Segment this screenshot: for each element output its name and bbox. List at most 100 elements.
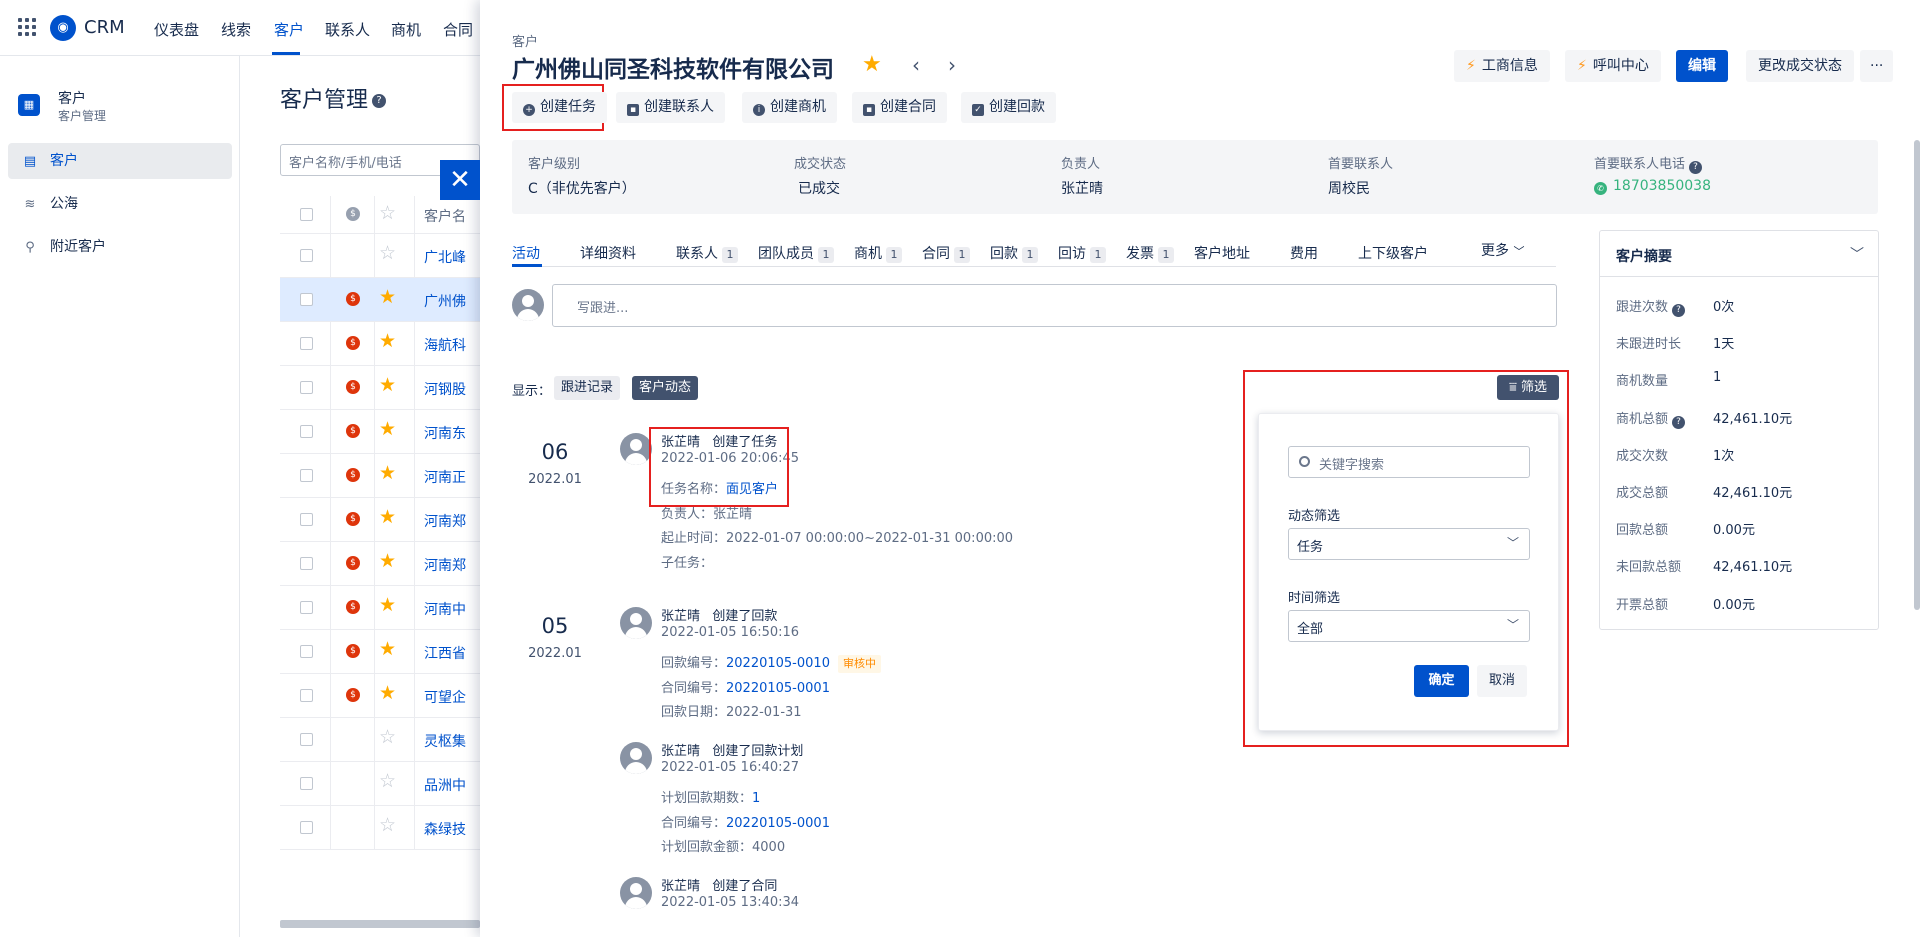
row-checkbox[interactable] — [300, 689, 313, 702]
tab-activity[interactable]: 活动 — [512, 243, 540, 263]
detail-link[interactable]: 1 — [752, 791, 760, 806]
tab-expenses[interactable]: 费用 — [1290, 243, 1318, 263]
star-icon[interactable]: ★ — [379, 420, 396, 439]
customer-name-link[interactable]: 河南中 — [424, 599, 466, 619]
star-icon[interactable]: ☆ — [379, 728, 396, 747]
table-row[interactable]: $ ★ 广州佛 — [280, 278, 480, 322]
table-row[interactable]: ☆ 品洲中 — [280, 762, 480, 806]
customer-name-link[interactable]: 广州佛 — [424, 291, 466, 311]
nav-leads[interactable]: 线索 — [221, 19, 251, 40]
table-row[interactable]: $ ★ 可望企 — [280, 674, 480, 718]
app-grid-icon[interactable] — [18, 18, 36, 36]
star-icon[interactable]: ☆ — [379, 772, 396, 791]
customer-name-link[interactable]: 品洲中 — [424, 775, 466, 795]
row-checkbox[interactable] — [300, 513, 313, 526]
previous-customer-icon[interactable]: ‹ — [912, 53, 920, 77]
cancel-button[interactable]: 取消 — [1477, 665, 1527, 697]
nav-contacts[interactable]: 联系人 — [325, 19, 370, 40]
next-customer-icon[interactable]: › — [948, 53, 956, 77]
tab-invoices[interactable]: 发票 1 — [1126, 243, 1174, 263]
star-icon[interactable]: ★ — [379, 640, 396, 659]
edit-button[interactable]: 编辑 — [1676, 50, 1728, 82]
table-row[interactable]: $ ★ 河南郑 — [280, 498, 480, 542]
create-opportunity-button[interactable]: i 创建商机 — [742, 92, 837, 123]
table-row[interactable]: ☆ 广北峰 — [280, 234, 480, 278]
row-checkbox[interactable] — [300, 337, 313, 350]
row-checkbox[interactable] — [300, 821, 313, 834]
horizontal-scrollbar[interactable] — [280, 920, 480, 928]
tab-more[interactable]: 更多 ﹀ — [1481, 240, 1524, 260]
create-payment-button[interactable]: ✓ 创建回款 — [961, 92, 1056, 123]
time-filter-select[interactable]: 全部 ﹀ — [1288, 610, 1530, 642]
customer-name-link[interactable]: 森绿技 — [424, 819, 466, 839]
vertical-scrollbar[interactable] — [1914, 140, 1920, 610]
help-icon[interactable]: ? — [1689, 161, 1703, 174]
star-icon[interactable]: ☆ — [379, 244, 396, 263]
sidebar-item-nearby[interactable]: ⚲ 附近客户 — [8, 229, 232, 265]
star-icon[interactable]: ★ — [379, 288, 396, 307]
tab-details[interactable]: 详细资料 — [580, 243, 636, 263]
row-checkbox[interactable] — [300, 733, 313, 746]
star-icon[interactable]: ★ — [379, 596, 396, 615]
star-icon[interactable]: ★ — [379, 464, 396, 483]
display-customer-activity[interactable]: 客户动态 — [632, 376, 699, 400]
tab-opportunities[interactable]: 商机 1 — [854, 243, 902, 263]
customer-name-link[interactable]: 广北峰 — [424, 247, 466, 267]
change-status-button[interactable]: 更改成交状态 — [1746, 50, 1854, 82]
customer-name-link[interactable]: 可望企 — [424, 687, 466, 707]
tab-team-members[interactable]: 团队成员 1 — [758, 243, 834, 263]
row-checkbox[interactable] — [300, 557, 313, 570]
row-checkbox[interactable] — [300, 601, 313, 614]
tab-revisits[interactable]: 回访 1 — [1058, 243, 1106, 263]
create-contact-button[interactable]: ▪ 创建联系人 — [616, 92, 725, 123]
select-all-checkbox[interactable] — [300, 208, 313, 221]
star-icon[interactable]: ★ — [379, 508, 396, 527]
row-checkbox[interactable] — [300, 645, 313, 658]
sidebar-item-customers[interactable]: ▤ 客户 — [8, 143, 232, 179]
table-row[interactable]: $ ★ 河南中 — [280, 586, 480, 630]
display-follow-up-records[interactable]: 跟进记录 — [554, 376, 621, 400]
tab-addresses[interactable]: 客户地址 — [1194, 243, 1250, 263]
confirm-button[interactable]: 确定 — [1414, 665, 1469, 697]
customer-name-link[interactable]: 海航科 — [424, 335, 466, 355]
detail-link[interactable]: 20220105-0001 — [726, 816, 830, 831]
customer-name-link[interactable]: 江西省 — [424, 643, 466, 663]
more-options-button[interactable]: ··· — [1860, 50, 1894, 82]
row-checkbox[interactable] — [300, 249, 313, 262]
detail-link[interactable]: 20220105-0010 — [726, 656, 830, 671]
sidebar-item-public-pool[interactable]: ≋ 公海 — [8, 186, 232, 222]
table-row[interactable]: $ ★ 海航科 — [280, 322, 480, 366]
dynamic-filter-select[interactable]: 任务 ﹀ — [1288, 528, 1530, 560]
customer-name-link[interactable]: 河南郑 — [424, 511, 466, 531]
tab-contracts[interactable]: 合同 1 — [922, 243, 970, 263]
customer-name-link[interactable]: 河南东 — [424, 423, 466, 443]
create-contract-button[interactable]: ▪ 创建合同 — [852, 92, 947, 123]
tab-contacts[interactable]: 联系人 1 — [676, 243, 738, 263]
close-drawer-button[interactable]: ✕ — [440, 160, 480, 200]
help-icon[interactable]: ? — [1672, 415, 1686, 429]
star-icon[interactable]: ★ — [379, 376, 396, 395]
star-icon[interactable]: ★ — [379, 552, 396, 571]
call-center-button[interactable]: ⚡ 呼叫中心 — [1565, 50, 1661, 82]
customer-name-link[interactable]: 河钢股 — [424, 379, 466, 399]
follow-up-input[interactable]: 写跟进... — [552, 284, 1557, 327]
info-value-primary-phone[interactable]: ✆ 18703850038 — [1594, 178, 1711, 195]
create-task-button[interactable]: + 创建任务 — [512, 92, 607, 123]
customer-name-link[interactable]: 河南正 — [424, 467, 466, 487]
customer-name-link[interactable]: 河南郑 — [424, 555, 466, 575]
table-row[interactable]: $ ★ 河南正 — [280, 454, 480, 498]
favorite-star-icon[interactable]: ★ — [862, 52, 882, 77]
row-checkbox[interactable] — [300, 425, 313, 438]
row-checkbox[interactable] — [300, 381, 313, 394]
row-checkbox[interactable] — [300, 469, 313, 482]
help-icon[interactable]: ? — [1672, 304, 1686, 317]
filter-button[interactable]: ⩸ 筛选 — [1497, 375, 1559, 400]
table-row[interactable]: ☆ 灵枢集 — [280, 718, 480, 762]
table-row[interactable]: $ ★ 江西省 — [280, 630, 480, 674]
nav-opportunities[interactable]: 商机 — [391, 19, 421, 40]
keyword-search-input[interactable]: 关键字搜索 — [1288, 446, 1530, 478]
tab-payments[interactable]: 回款 1 — [990, 243, 1038, 263]
star-icon[interactable]: ☆ — [379, 816, 396, 835]
table-row[interactable]: $ ★ 河南东 — [280, 410, 480, 454]
table-row[interactable]: $ ★ 河钢股 — [280, 366, 480, 410]
